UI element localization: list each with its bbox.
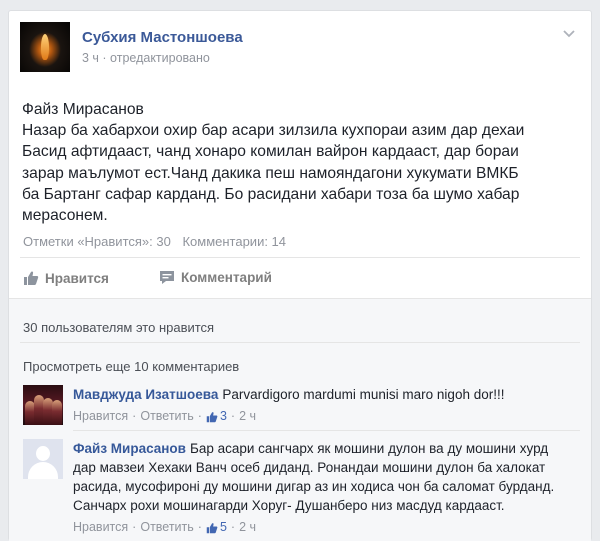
post-author-name[interactable]: Субхия Мастоншоева — [82, 29, 243, 46]
post-card: Субхия Мастоншоева 3 ч · отредактировано… — [8, 10, 592, 541]
post-text-line: Назар ба хабархои охир бар асари зилзила… — [22, 122, 525, 140]
thumbs-up-icon — [24, 271, 39, 285]
chevron-down-icon[interactable] — [562, 26, 576, 40]
post-edited-label[interactable]: отредактировано — [110, 51, 210, 65]
commenter-avatar[interactable] — [23, 439, 63, 479]
author-avatar[interactable] — [20, 22, 70, 72]
comment-like-count[interactable]: 5 — [206, 518, 227, 537]
comments-section: 30 пользователям это нравится Просмотрет… — [9, 298, 591, 541]
comment-actions: Нравится · Ответить · 3 · 2 ч — [73, 407, 573, 426]
comment-like-link[interactable]: Нравится — [73, 518, 128, 537]
post-text-line: зарар маълумот ест.Чанд дакика пеш намоя… — [22, 164, 519, 182]
comment-reply-link[interactable]: Ответить — [140, 518, 193, 537]
post-text: Файз Мирасанов Назар ба хабархои охир ба… — [22, 99, 582, 226]
post-text-line: Басид афтидааст, чанд хонаро комилан вай… — [22, 143, 519, 161]
avatar-figure — [52, 400, 62, 425]
divider — [73, 430, 580, 431]
like-button-label: Нравится — [45, 270, 109, 286]
comment-reply-link[interactable]: Ответить — [140, 407, 193, 426]
candle-flame-graphic — [41, 34, 49, 60]
post-time[interactable]: 3 ч — [82, 51, 99, 65]
comment-like-link[interactable]: Нравится — [73, 407, 128, 426]
comment-button-label: Комментарий — [181, 270, 272, 285]
comment-body: Мавджуда Изатшоева Parvardigoro mardumi m… — [73, 385, 573, 426]
post-header: Субхия Мастоншоева 3 ч · отредактировано — [20, 22, 580, 72]
post-text-line: мерасонем. — [22, 207, 108, 225]
default-avatar-head — [36, 446, 50, 461]
default-avatar-body — [28, 462, 58, 479]
view-more-comments-link[interactable]: Просмотреть еще 10 комментариев — [23, 359, 239, 374]
divider — [20, 342, 580, 343]
likes-summary[interactable]: 30 пользователям это нравится — [23, 320, 214, 335]
likes-stat[interactable]: Отметки «Нравится»: 30 — [23, 234, 171, 249]
comment-actions: Нравится · Ответить · 5 · 2 ч — [73, 518, 573, 537]
comments-stat[interactable]: Комментарии: 14 — [182, 234, 286, 249]
divider — [20, 257, 580, 258]
comment-like-count-value: 5 — [219, 520, 227, 534]
post-text-line: ба Бартанг сафар карданд. Бо расидани ха… — [22, 185, 520, 203]
post-text-line: Файз Мирасанов — [22, 101, 144, 118]
small-thumbs-up-icon — [206, 522, 218, 533]
post-stats: Отметки «Нравится»: 30 Комментарии: 14 — [23, 234, 294, 249]
comment-author[interactable]: Файз Мирасанов — [73, 441, 186, 456]
speech-bubble-icon — [160, 271, 174, 284]
comment-like-count-value: 3 — [219, 409, 227, 423]
comment-button[interactable]: Комментарий — [159, 270, 272, 285]
post-meta: 3 ч · отредактировано — [82, 51, 210, 65]
comment-body: Файз Мирасанов Бар асари сангчарх як моши… — [73, 439, 573, 537]
comment-text: Parvardigoro mardumi munisi maro nigoh d… — [222, 387, 505, 402]
comment-like-count[interactable]: 3 — [206, 407, 227, 426]
like-button[interactable]: Нравится — [23, 270, 109, 286]
commenter-avatar[interactable] — [23, 385, 63, 425]
comment-time[interactable]: 2 ч — [239, 407, 256, 426]
comment-author[interactable]: Мавджуда Изатшоева — [73, 387, 218, 402]
comment-time[interactable]: 2 ч — [239, 518, 256, 537]
small-thumbs-up-icon — [206, 411, 218, 422]
